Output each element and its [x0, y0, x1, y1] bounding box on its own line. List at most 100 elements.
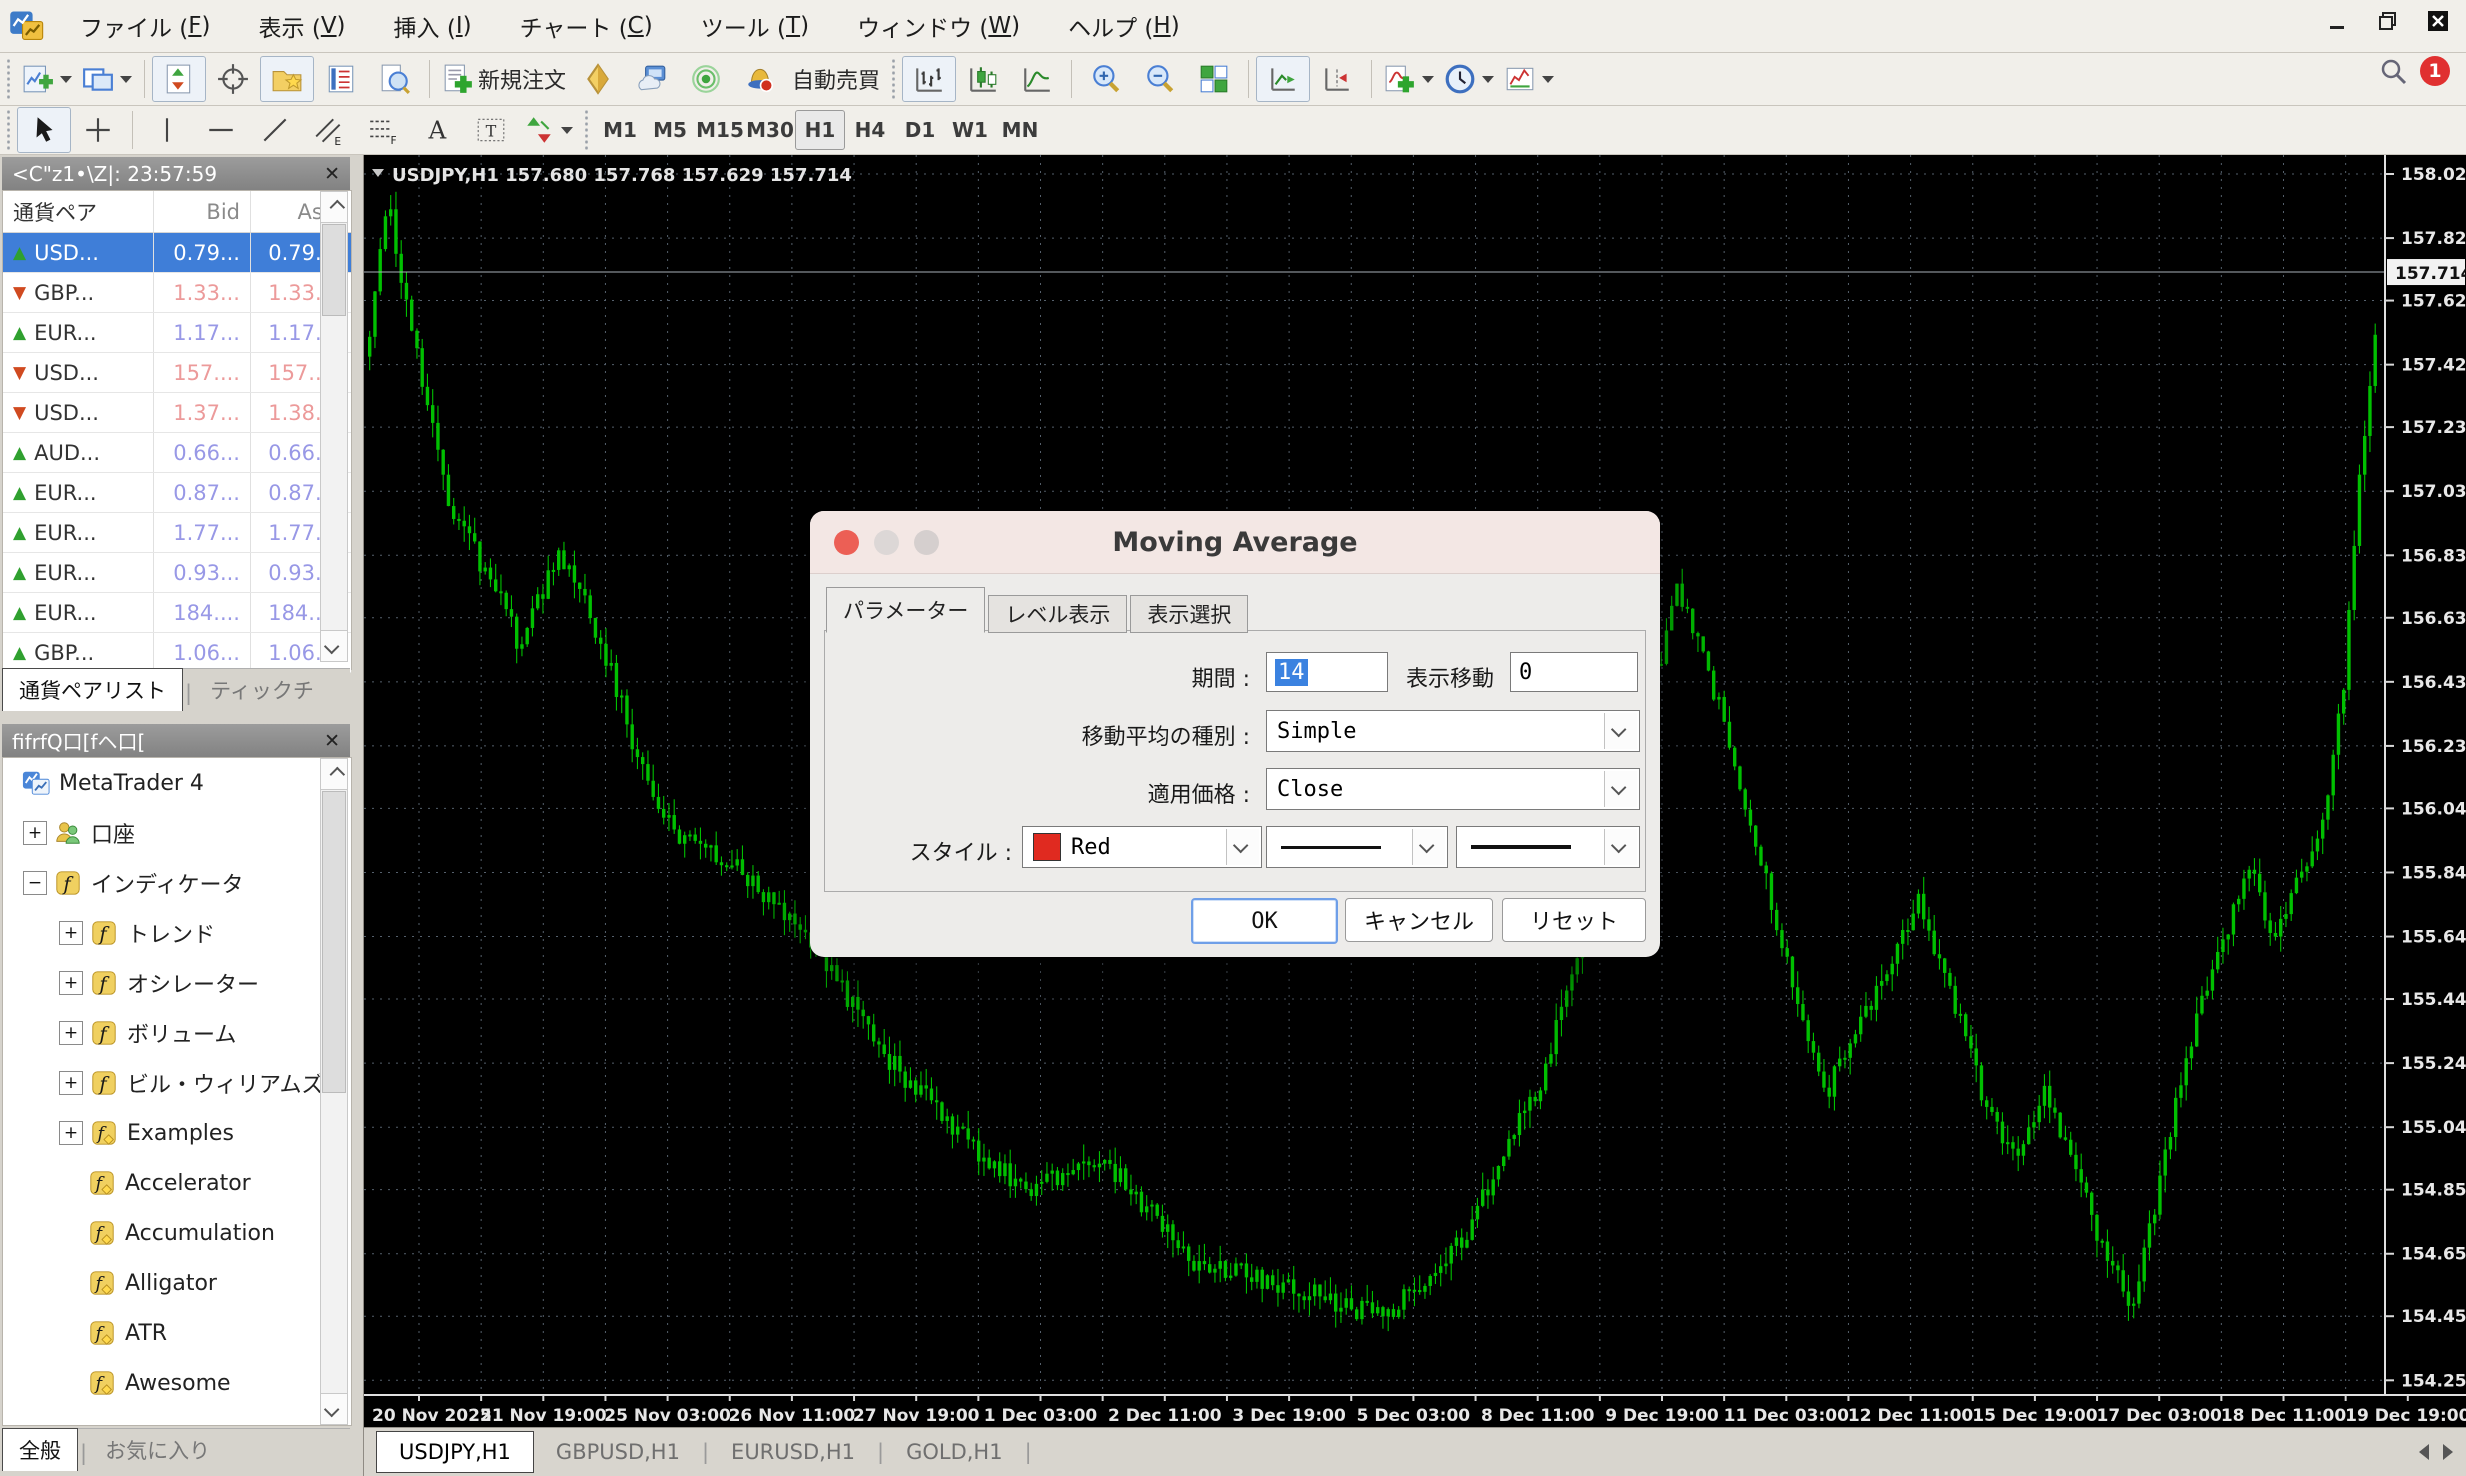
market-watch-row[interactable]: ▼GBP...1.33...1.33... — [3, 273, 351, 313]
dialog-tab-other[interactable]: レベル表示 — [988, 595, 1127, 633]
timeframe-mn-button[interactable]: MN — [995, 110, 1045, 150]
menu-h[interactable]: ヘルプ (H) — [1044, 0, 1204, 52]
menu-c[interactable]: チャート (C) — [496, 0, 677, 52]
scroll-down-icon[interactable] — [321, 630, 347, 661]
new-chart-button[interactable] — [17, 56, 77, 102]
market-watch-row[interactable]: ▲EUR...184....184.... — [3, 593, 351, 633]
navigator-button[interactable] — [260, 56, 314, 102]
timeframe-m1-button[interactable]: M1 — [595, 110, 645, 150]
expand-icon[interactable]: + — [59, 921, 83, 945]
trendline-button[interactable] — [248, 107, 302, 153]
menu-v[interactable]: 表示 (V) — [235, 0, 370, 52]
minimize-button[interactable] — [2316, 4, 2360, 38]
restore-button[interactable] — [2366, 4, 2410, 38]
tree-item-alligator[interactable]: fAlligator — [3, 1258, 351, 1308]
apply-price-select[interactable]: Close — [1266, 768, 1640, 810]
notification-badge[interactable]: 1 — [2420, 56, 2450, 86]
tree-item--[interactable]: +fオシレーター — [3, 958, 351, 1008]
periods-button[interactable] — [1439, 56, 1499, 102]
scrollbar-thumb[interactable] — [322, 224, 346, 316]
metaeditor-button[interactable] — [571, 56, 625, 102]
timeframe-w1-button[interactable]: W1 — [945, 110, 995, 150]
shift-input[interactable]: 0 — [1510, 652, 1638, 692]
zoom-in-button[interactable] — [1079, 56, 1133, 102]
fibonacci-button[interactable]: F — [356, 107, 410, 153]
cancel-button[interactable]: キャンセル — [1345, 898, 1493, 942]
close-button[interactable] — [2416, 4, 2460, 38]
market-watch-row[interactable]: ▲EUR...0.87...0.87... — [3, 473, 351, 513]
tree-item-atr[interactable]: fATR — [3, 1308, 351, 1358]
dropdown-caret-icon[interactable] — [1422, 76, 1434, 83]
chevron-down-icon[interactable] — [1226, 829, 1259, 865]
autotrading-button[interactable]: 自動売買 — [787, 56, 885, 102]
scroll-down-icon[interactable] — [321, 1393, 347, 1424]
tree-item--[interactable]: +fボリューム — [3, 1008, 351, 1058]
line-chart-button[interactable] — [1010, 56, 1064, 102]
data-window-button[interactable] — [206, 56, 260, 102]
toolbar-grip[interactable] — [5, 110, 12, 150]
navigator-tab[interactable]: 全般 — [2, 1428, 78, 1471]
market-watch-row[interactable]: ▼USD...157....157.... — [3, 353, 351, 393]
auto-scroll-button[interactable] — [1256, 56, 1310, 102]
tree-item--[interactable]: −fインディケータ — [3, 858, 351, 908]
dialog-tab-parameters[interactable]: パラメーター — [826, 587, 985, 633]
scroll-up-icon[interactable] — [321, 759, 347, 790]
market-watch-button[interactable] — [152, 56, 206, 102]
market-watch-row[interactable]: ▼USD...1.37...1.38... — [3, 393, 351, 433]
market-watch-row[interactable]: ▲AUD...0.66...0.66... — [3, 433, 351, 473]
horizontal-line-button[interactable] — [194, 107, 248, 153]
chevron-down-icon[interactable] — [1604, 829, 1637, 865]
equidistant-channel-button[interactable]: E — [302, 107, 356, 153]
chart-tab-gold-h1[interactable]: GOLD,H1 — [884, 1432, 1025, 1472]
chart-tab-eurusd-h1[interactable]: EURUSD,H1 — [709, 1432, 877, 1472]
tree-item--[interactable]: +口座 — [3, 808, 351, 858]
column-header-symbol[interactable]: 通貨ペア — [3, 191, 154, 232]
timeframe-m30-button[interactable]: M30 — [745, 110, 795, 150]
expand-icon[interactable]: + — [59, 1121, 83, 1145]
tree-item-awesome[interactable]: fAwesome — [3, 1358, 351, 1408]
tree-item--[interactable]: +fビル・ウィリアムズ — [3, 1058, 351, 1108]
mql-cloud-button[interactable] — [625, 56, 679, 102]
expand-icon[interactable]: + — [59, 971, 83, 995]
dialog-close-icon[interactable] — [834, 530, 859, 555]
expand-icon[interactable]: + — [23, 821, 47, 845]
indicators-button[interactable] — [1379, 56, 1439, 102]
candlestick-chart-button[interactable] — [956, 56, 1010, 102]
dropdown-caret-icon[interactable] — [60, 76, 72, 83]
dialog-tab-other[interactable]: 表示選択 — [1130, 595, 1248, 633]
navigator-close-icon[interactable]: ✕ — [324, 730, 340, 752]
line-style-select[interactable] — [1266, 826, 1448, 868]
navigator-tab[interactable]: お気に入り — [89, 1429, 226, 1471]
search-icon[interactable] — [2378, 56, 2408, 86]
market-watch-close-icon[interactable]: ✕ — [324, 163, 340, 185]
ma-method-select[interactable]: Simple — [1266, 710, 1640, 752]
market-watch-tab[interactable]: 通貨ペアリスト — [2, 668, 183, 711]
scroll-up-icon[interactable] — [321, 192, 347, 223]
toolbar-grip[interactable] — [890, 59, 897, 99]
dropdown-caret-icon[interactable] — [561, 127, 573, 134]
toolbar-grip[interactable] — [583, 110, 590, 150]
arrows-tool-button[interactable] — [518, 107, 578, 153]
chart-shift-button[interactable] — [1310, 56, 1364, 102]
timeframe-h4-button[interactable]: H4 — [845, 110, 895, 150]
expand-icon[interactable]: + — [59, 1021, 83, 1045]
timeframe-h1-button[interactable]: H1 — [795, 110, 845, 150]
menu-w[interactable]: ウィンドウ (W) — [833, 0, 1044, 52]
tree-item-accumulation[interactable]: fAccumulation — [3, 1208, 351, 1258]
chart-tab-gbpusd-h1[interactable]: GBPUSD,H1 — [534, 1432, 702, 1472]
templates-button[interactable] — [1499, 56, 1559, 102]
market-watch-scrollbar[interactable] — [320, 191, 348, 662]
column-header-bid[interactable]: Bid — [154, 191, 251, 232]
dropdown-caret-icon[interactable] — [120, 76, 132, 83]
dropdown-caret-icon[interactable] — [1542, 76, 1554, 83]
chevron-down-icon[interactable] — [1604, 713, 1637, 749]
market-watch-row[interactable]: ▲GBP...1.06...1.06... — [3, 633, 351, 673]
scrollbar-thumb[interactable] — [322, 791, 346, 1093]
toolbar-grip[interactable] — [5, 59, 12, 99]
market-watch-tab[interactable]: ティックチ — [194, 669, 330, 711]
chevron-down-icon[interactable] — [1412, 829, 1445, 865]
market-watch-row[interactable]: ▲USD...0.79...0.79... — [3, 233, 351, 273]
market-watch-row[interactable]: ▲EUR...0.93...0.93... — [3, 553, 351, 593]
bar-chart-button[interactable] — [902, 56, 956, 102]
menu-t[interactable]: ツール (T) — [677, 0, 833, 52]
